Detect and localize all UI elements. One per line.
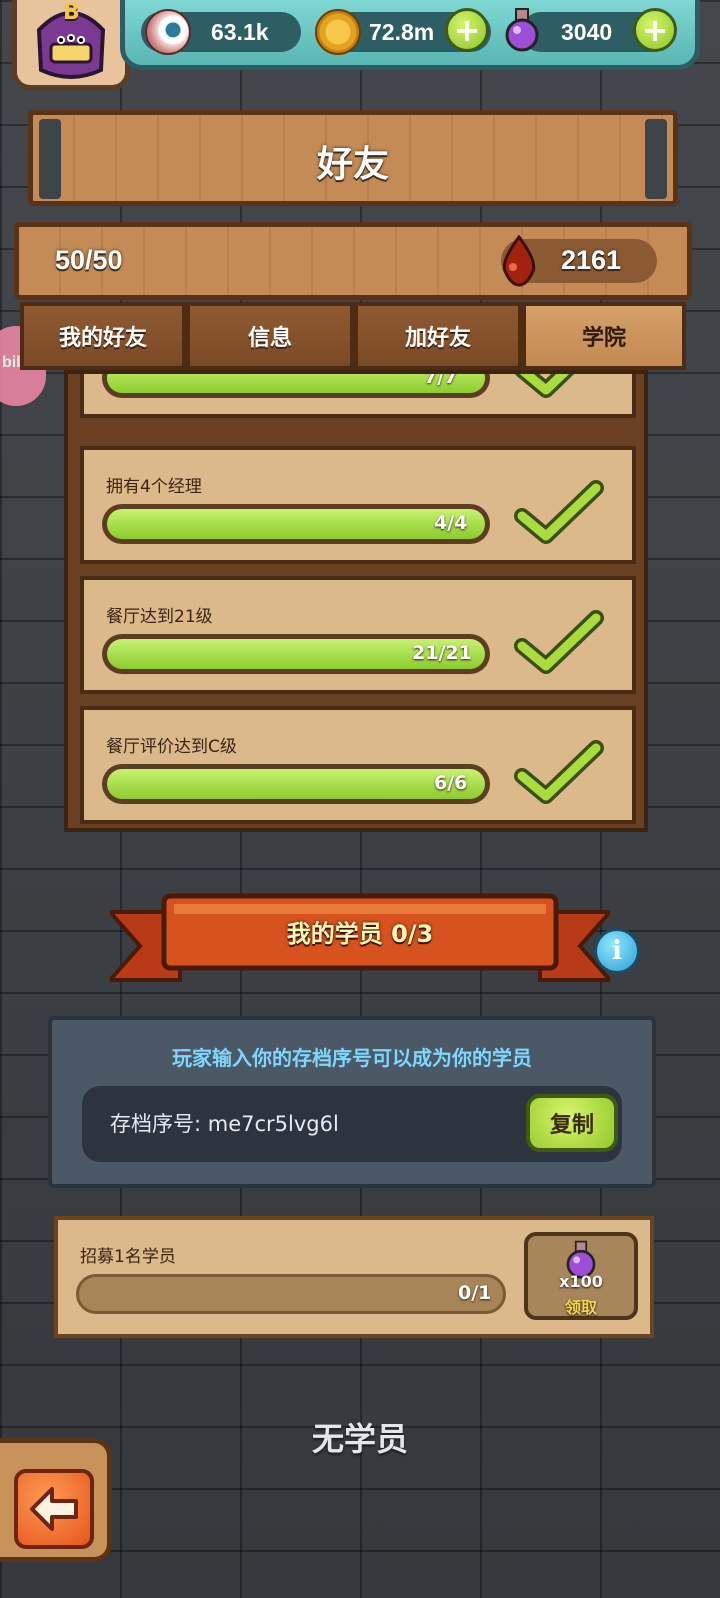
avatar-badge-letter: B bbox=[63, 0, 80, 25]
potion-icon bbox=[505, 8, 539, 52]
coins-count: 72.8m bbox=[369, 18, 435, 45]
task-progress-bar bbox=[102, 764, 490, 804]
copy-button[interactable]: 复制 bbox=[526, 1094, 618, 1152]
bolt-right-icon bbox=[645, 119, 667, 199]
add-potions-button[interactable]: + bbox=[633, 8, 677, 52]
task-label: 拥有4个经理 bbox=[106, 477, 202, 497]
blood-count: 2161 bbox=[561, 245, 622, 275]
friends-info-board: 50/50 2161 bbox=[14, 222, 692, 300]
task-card: 餐厅达到21级 21/21 bbox=[80, 576, 636, 694]
recruit-label: 招募1名学员 bbox=[80, 1247, 176, 1267]
player-avatar[interactable]: B bbox=[12, 0, 130, 90]
task-card: 餐厅评价达到C级 6/6 bbox=[80, 706, 636, 824]
potions-count: 3040 bbox=[561, 18, 613, 45]
claim-label: 领取 bbox=[564, 1298, 597, 1317]
tab-academy[interactable]: 学院 bbox=[522, 302, 686, 370]
task-progress-bar bbox=[102, 504, 490, 544]
students-banner-text: 我的学员 0/3 bbox=[286, 920, 434, 948]
claim-reward-button[interactable]: x100 领取 bbox=[524, 1232, 638, 1320]
checkmark-icon bbox=[514, 480, 604, 544]
archive-code-box: 存档序号: me7cr5lvg6l 复制 bbox=[82, 1086, 622, 1162]
archive-code-text: 存档序号: me7cr5lvg6l bbox=[110, 1112, 339, 1136]
coin-icon bbox=[315, 9, 361, 55]
task-card: 拥有4个经理 4/4 bbox=[80, 446, 636, 564]
resource-bar: 63.1k 72.8m + 3040 + bbox=[120, 0, 700, 70]
tab-add-friend[interactable]: 加好友 bbox=[354, 302, 522, 370]
recruit-progress-bar bbox=[76, 1274, 506, 1314]
info-icon[interactable]: i bbox=[594, 928, 640, 974]
blood-drop-icon bbox=[502, 235, 536, 287]
checkmark-icon bbox=[514, 740, 604, 804]
task-label: 餐厅评价达到C级 bbox=[106, 737, 237, 757]
task-progress-text: 21/21 bbox=[412, 642, 472, 664]
task-label: 餐厅达到21级 bbox=[106, 607, 213, 627]
back-button-face bbox=[14, 1469, 94, 1549]
recruit-progress-text: 0/1 bbox=[458, 1282, 492, 1304]
tab-my-friends[interactable]: 我的好友 bbox=[20, 302, 186, 370]
task-progress-text: 4/4 bbox=[434, 512, 468, 534]
tab-messages[interactable]: 信息 bbox=[186, 302, 354, 370]
arrow-left-icon bbox=[30, 1487, 78, 1531]
title-board: 好友 bbox=[28, 110, 678, 206]
add-coins-button[interactable]: + bbox=[445, 8, 489, 52]
archive-hint: 玩家输入你的存档序号可以成为你的学员 bbox=[172, 1046, 532, 1070]
friends-count: 50/50 bbox=[55, 245, 123, 275]
back-button[interactable] bbox=[0, 1438, 112, 1562]
checkmark-icon bbox=[515, 374, 575, 398]
task-card: 7/7 bbox=[80, 370, 636, 418]
bolt-left-icon bbox=[39, 119, 61, 199]
task-progress-text: 6/6 bbox=[434, 772, 468, 794]
task-list[interactable]: 7/7 拥有4个经理 4/4 餐厅达到21级 21/21 餐厅评价达到C级 6/… bbox=[64, 370, 648, 832]
task-progress-text: 7/7 bbox=[424, 370, 458, 388]
checkmark-icon bbox=[514, 610, 604, 674]
reward-amount: x100 bbox=[559, 1272, 603, 1291]
eyes-count: 63.1k bbox=[211, 18, 269, 45]
page-title: 好友 bbox=[316, 144, 389, 185]
recruit-task-card: 招募1名学员 0/1 x100 领取 bbox=[54, 1216, 654, 1338]
eyeball-icon bbox=[145, 9, 191, 55]
archive-code-panel: 玩家输入你的存档序号可以成为你的学员 存档序号: me7cr5lvg6l 复制 bbox=[48, 1016, 656, 1188]
